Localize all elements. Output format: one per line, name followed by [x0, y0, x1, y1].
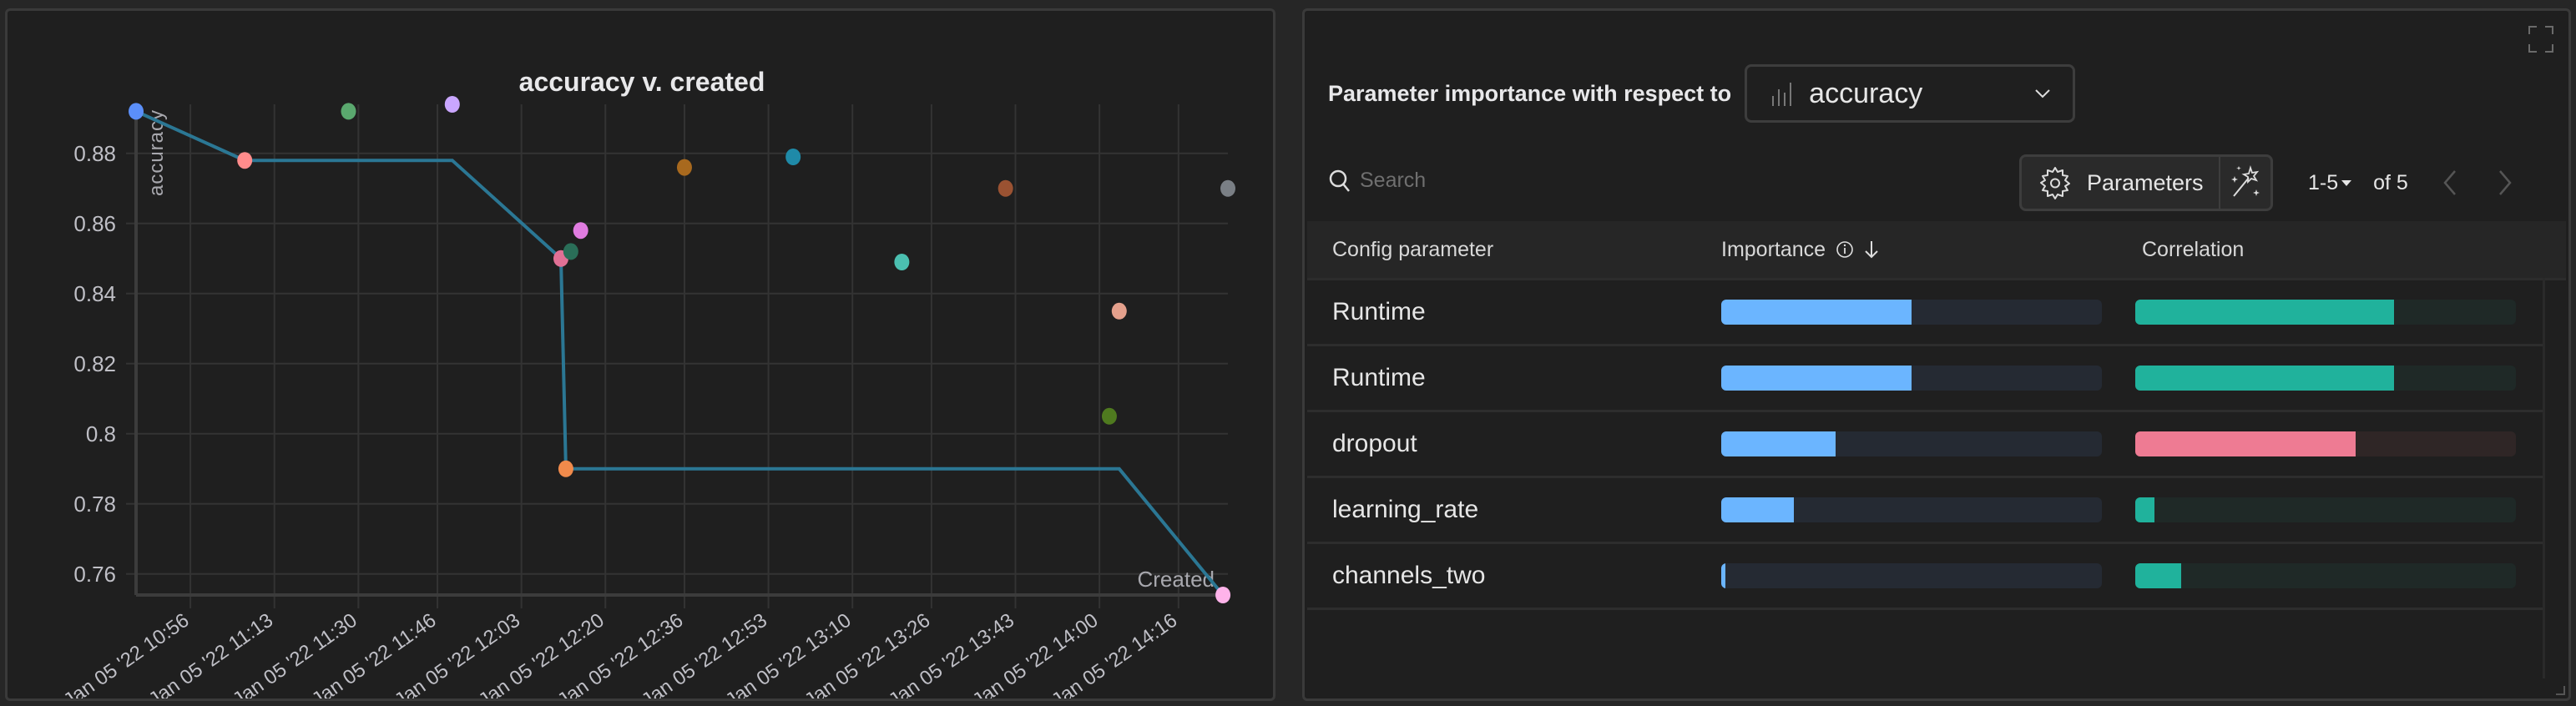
data-point — [237, 152, 253, 169]
y-tick-label: 0.76 — [73, 562, 116, 587]
table-row[interactable]: learning_rate — [1307, 478, 2543, 544]
column-header-config-parameter[interactable]: Config parameter — [1307, 238, 1721, 262]
fullscreen-icon[interactable] — [2528, 26, 2553, 53]
importance-bar-fill — [1721, 497, 1794, 522]
grid — [126, 104, 1228, 608]
next-page-button[interactable] — [2495, 168, 2515, 198]
data-point — [1215, 587, 1231, 603]
parameter-name: learning_rate — [1332, 496, 1479, 523]
table-scrollbar[interactable] — [2543, 278, 2545, 678]
correlation-bar-fill — [2135, 366, 2395, 391]
importance-bar-fill — [1721, 366, 1912, 391]
correlation-bar-fill — [2135, 300, 2395, 325]
importance-title: Parameter importance with respect to — [1328, 80, 1732, 106]
importance-bar-fill — [1721, 300, 1912, 325]
page-total: of 5 — [2373, 171, 2408, 194]
column-header-correlation[interactable]: Correlation — [2142, 238, 2244, 262]
correlation-bar-fill — [2135, 497, 2154, 522]
column-header-importance[interactable]: Importance — [1721, 238, 2142, 262]
correlation-bar-fill — [2135, 563, 2181, 588]
parameter-importance-panel: Parameter importance with respect to acc… — [1302, 8, 2571, 701]
y-tick-label: 0.88 — [73, 141, 116, 166]
parameters-button-label: Parameters — [2087, 169, 2204, 195]
chart-title: accuracy v. created — [519, 67, 765, 97]
y-tick-label: 0.86 — [73, 211, 116, 236]
metric-chart-icon — [1772, 83, 1792, 106]
table-header: Config parameter Importance Correlation — [1307, 221, 2566, 280]
data-point — [1101, 407, 1117, 425]
parameter-name: Runtime — [1332, 364, 1426, 391]
data-point — [1220, 179, 1235, 197]
table-row[interactable]: Runtime — [1307, 280, 2543, 346]
importance-table: Config parameter Importance Correlation … — [1307, 221, 2566, 610]
y-tick-label: 0.84 — [73, 281, 116, 306]
pagination: 1-5 of 5 — [2308, 171, 2408, 195]
data-point — [129, 103, 144, 120]
y-tick-label: 0.78 — [73, 492, 116, 517]
search-box[interactable] — [1328, 168, 1612, 194]
sort-descending-icon[interactable] — [1862, 239, 1881, 260]
magic-wand-icon — [2230, 164, 2260, 197]
correlation-bar — [2135, 366, 2516, 391]
search-input[interactable] — [1358, 168, 1612, 194]
importance-bar — [1721, 563, 2102, 588]
importance-bar — [1721, 497, 2102, 522]
axes — [134, 104, 1228, 597]
importance-toolbar: Parameters 1-5 of 5 — [1305, 154, 2568, 213]
data-point — [1111, 302, 1127, 320]
chart-panel: accuracy v. created 0.76 0.78 0.8 0.82 0.84 0… — [5, 8, 1275, 701]
data-point — [444, 96, 460, 113]
gear-icon — [2040, 167, 2070, 199]
x-axis-ticks: Jan 05 '22 10:56Jan 05 '22 11:13Jan 05 '… — [59, 609, 1181, 698]
importance-header-label: Importance — [1721, 237, 1826, 261]
scatter-points — [129, 96, 1235, 603]
data-point — [558, 460, 573, 477]
resize-handle-icon[interactable] — [2555, 685, 2565, 695]
importance-bar — [1721, 431, 2102, 456]
table-row[interactable]: channels_two — [1307, 544, 2543, 610]
importance-header: Parameter importance with respect to acc… — [1328, 64, 2076, 123]
data-point — [785, 149, 801, 165]
parameter-name: dropout — [1332, 430, 1417, 457]
table-row[interactable]: Runtime — [1307, 346, 2543, 412]
correlation-bar-fill — [2135, 431, 2356, 456]
data-point — [563, 243, 578, 260]
importance-bar — [1721, 300, 2102, 325]
search-icon — [1329, 169, 1350, 192]
data-point — [573, 222, 588, 240]
info-icon[interactable] — [1836, 240, 1854, 260]
page-range-select[interactable]: 1-5 — [2308, 171, 2338, 195]
data-point — [998, 179, 1013, 197]
data-point — [676, 159, 692, 176]
metric-dropdown[interactable]: accuracy — [1745, 64, 2076, 123]
data-point — [341, 103, 356, 120]
accuracy-vs-created-chart[interactable]: accuracy v. created 0.760.780.80.820.840… — [8, 11, 1273, 698]
importance-bar — [1721, 366, 2102, 391]
parameter-name: Runtime — [1332, 298, 1426, 325]
parameters-button[interactable]: Parameters — [2022, 157, 2220, 209]
importance-bar-fill — [1721, 563, 1725, 588]
metric-value: accuracy — [1809, 77, 1923, 109]
y-tick-label: 0.8 — [86, 421, 116, 446]
auto-suggest-button[interactable] — [2220, 157, 2270, 209]
x-tick-label: Jan 05 '22 14:16 — [1048, 609, 1181, 698]
correlation-bar — [2135, 300, 2516, 325]
table-body: Runtime Runtime dropout learning_ratechanne… — [1307, 280, 2566, 610]
importance-bar-fill — [1721, 431, 1836, 456]
parameters-button-group: Parameters — [2019, 154, 2273, 211]
y-axis-ticks: 0.76 0.78 0.8 0.82 0.84 0.86 0.88 — [73, 141, 116, 587]
caret-down-icon[interactable] — [2341, 180, 2352, 186]
parameter-name: channels_two — [1332, 562, 1486, 589]
y-tick-label: 0.82 — [73, 351, 116, 376]
data-point — [894, 254, 910, 270]
previous-page-button[interactable] — [2440, 168, 2460, 198]
correlation-bar — [2135, 563, 2516, 588]
best-so-far-line — [135, 109, 1225, 597]
correlation-bar — [2135, 497, 2516, 522]
series-line — [135, 109, 1225, 597]
table-row[interactable]: dropout — [1307, 412, 2543, 478]
correlation-bar — [2135, 431, 2516, 456]
chevron-down-icon — [2035, 89, 2050, 98]
